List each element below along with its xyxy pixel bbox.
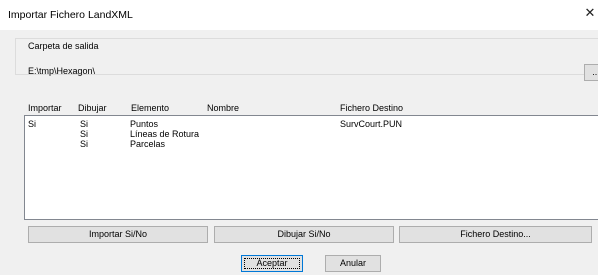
dialog-body: Carpeta de salida E:\tmp\Hexagon\ ... Im…: [0, 30, 598, 275]
column-header-nombre[interactable]: Nombre: [207, 103, 239, 113]
output-folder-group: Carpeta de salida E:\tmp\Hexagon\ ...: [15, 38, 598, 81]
column-header-importar[interactable]: Importar: [28, 103, 62, 113]
importar-toggle-button[interactable]: Importar Si/No: [28, 226, 208, 243]
row-dibujar: Si: [80, 129, 89, 139]
fichero-destino-button[interactable]: Fichero Destino...: [399, 226, 592, 243]
row-elemento: Líneas de Rotura: [130, 129, 200, 139]
cancel-button[interactable]: Anular: [325, 255, 381, 272]
column-header-elemento[interactable]: Elemento: [131, 103, 169, 113]
list-row[interactable]: Si Parcelas: [25, 139, 598, 149]
output-folder-path: E:\tmp\Hexagon\: [28, 66, 96, 76]
column-header-dibujar[interactable]: Dibujar: [78, 103, 107, 113]
row-dibujar: Si: [80, 119, 89, 129]
title-bar: Importar Fichero LandXML ✕: [0, 0, 598, 30]
window-title: Importar Fichero LandXML: [8, 9, 133, 21]
column-header-fichero-destino[interactable]: Fichero Destino: [340, 103, 403, 113]
row-dibujar: Si: [80, 139, 89, 149]
row-importar: Si: [28, 119, 37, 129]
close-icon[interactable]: ✕: [584, 6, 596, 20]
list-row[interactable]: Si Si Puntos SurvCourt.PUN: [25, 119, 598, 129]
list-row[interactable]: Si Líneas de Rotura: [25, 129, 598, 139]
output-folder-legend: Carpeta de salida: [26, 41, 101, 51]
browse-folder-button[interactable]: ...: [584, 64, 598, 81]
row-elemento: Puntos: [130, 119, 159, 129]
dibujar-toggle-button[interactable]: Dibujar Si/No: [214, 226, 394, 243]
row-fichero: SurvCourt.PUN: [340, 119, 403, 129]
row-elemento: Parcelas: [130, 139, 166, 149]
element-list[interactable]: Si Si Puntos SurvCourt.PUN Si Líneas de …: [24, 115, 598, 220]
focus-rectangle: [244, 258, 300, 269]
accept-button[interactable]: Aceptar: [241, 255, 303, 272]
